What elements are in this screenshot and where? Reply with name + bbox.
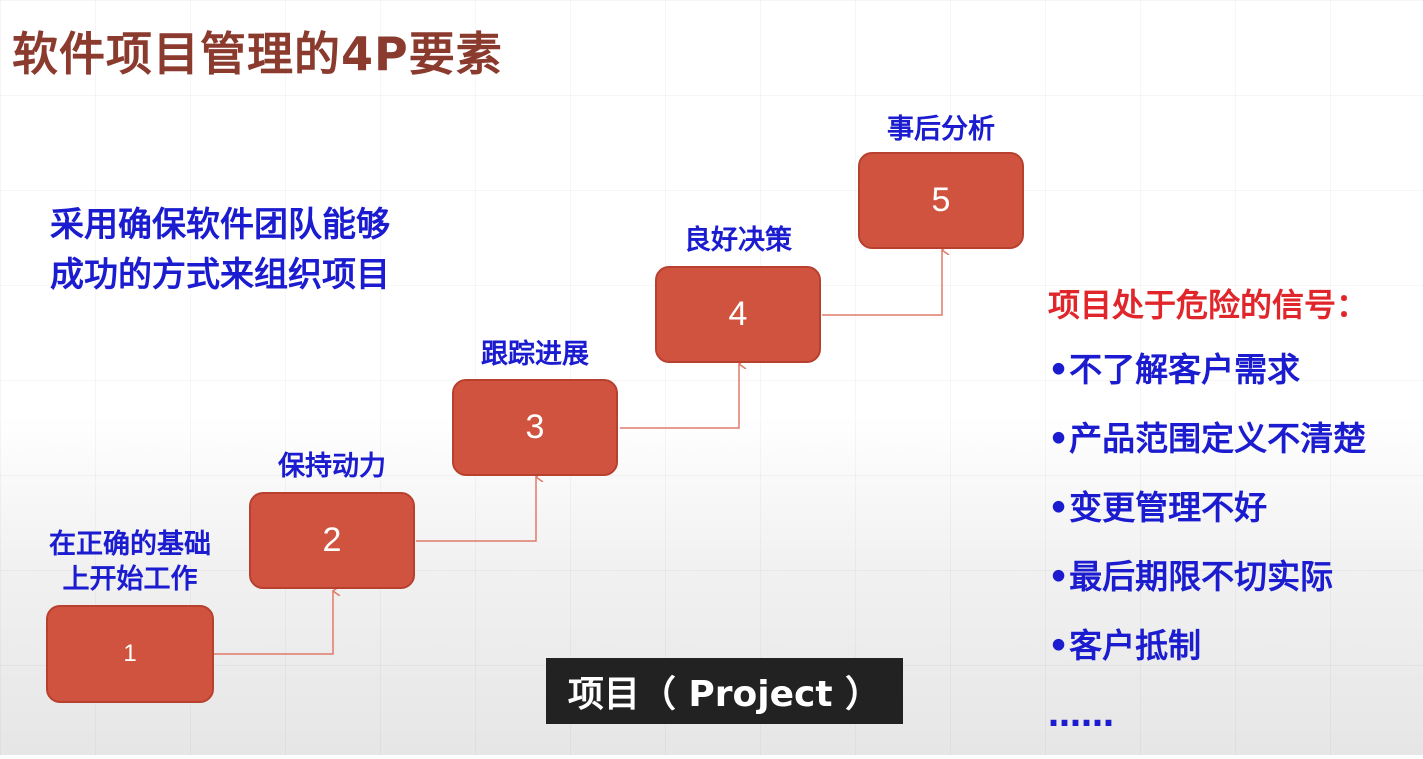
step-2-box: 2 (249, 492, 415, 589)
risk-item: •最后期限不切实际 (1048, 557, 1334, 596)
step-5-label: 事后分析 (887, 114, 995, 145)
risk-item: •变更管理不好 (1048, 488, 1268, 527)
step-5-number: 5 (931, 181, 951, 219)
step-1-label: 在正确的基础 上开始工作 (49, 529, 211, 595)
step-2-label: 保持动力 (278, 451, 386, 482)
risk-signals-list: •不了解客户需求 •产品范围定义不清楚 •变更管理不好 •最后期限不切实际 •客… (1048, 345, 1366, 759)
step-2-number: 2 (322, 521, 342, 559)
step-3-number: 3 (525, 408, 545, 446)
connector-2-3 (416, 477, 536, 542)
step-1-box: 1 (46, 605, 214, 703)
risk-item: •产品范围定义不清楚 (1048, 419, 1367, 458)
step-4-label: 良好决策 (684, 225, 792, 256)
connector-3-4 (620, 364, 739, 429)
risk-item: •客户抵制 (1048, 626, 1202, 665)
connector-1-2 (213, 591, 333, 655)
step-3-box: 3 (452, 379, 618, 476)
risk-item: •不了解客户需求 (1048, 350, 1301, 389)
risk-signals-title: 项目处于危险的信号： (1048, 286, 1369, 324)
step-1-number: 1 (123, 640, 137, 667)
step-4-number: 4 (728, 295, 748, 333)
step-4-box: 4 (655, 266, 821, 363)
risk-item-ellipsis: …… (1048, 695, 1114, 734)
connector-4-5 (822, 250, 942, 316)
step-3-label: 跟踪进展 (481, 339, 589, 370)
subtitle-caption: 项目（ Project ） (546, 658, 903, 724)
step-5-box: 5 (858, 152, 1024, 249)
